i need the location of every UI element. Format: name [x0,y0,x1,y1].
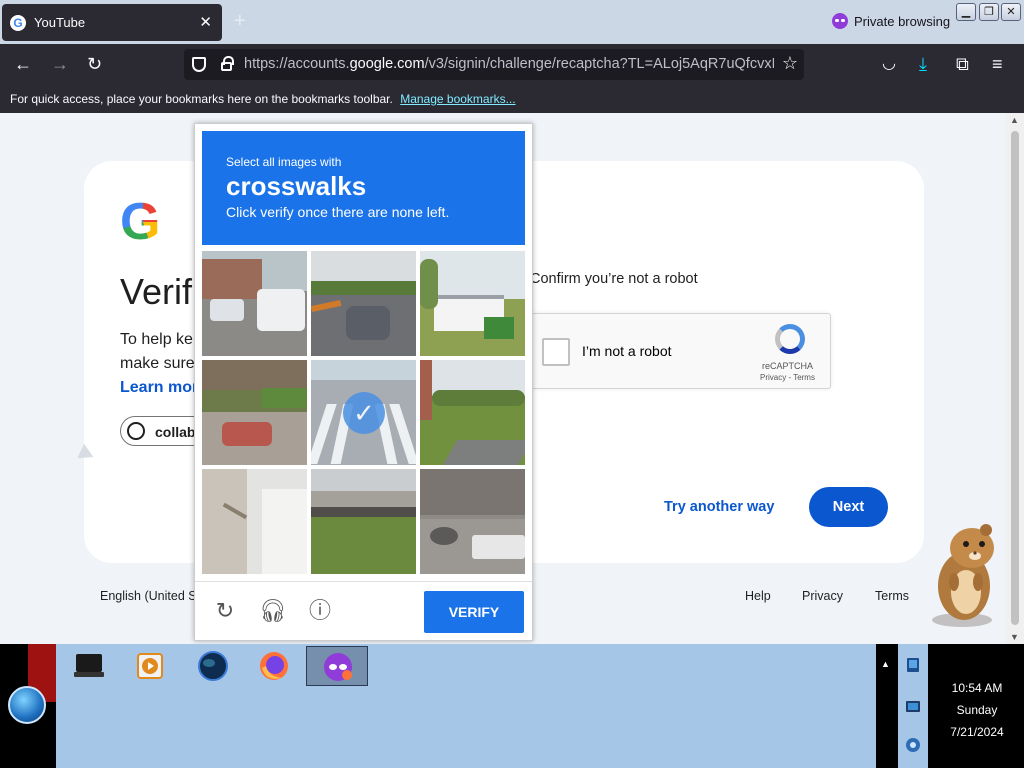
challenge-divider [195,581,532,582]
tab-title: YouTube [34,15,86,30]
recaptcha-challenge: Select all images with crosswalks Click … [194,123,533,641]
challenge-hint: Click verify once there are none left. [226,204,450,220]
clock-date: 7/21/2024 [950,725,1004,739]
bookmarks-toolbar: For quick access, place your bookmarks h… [0,85,1024,113]
bookmarks-message: For quick access, place your bookmarks h… [10,92,393,106]
media-player-icon[interactable] [132,648,168,684]
learn-more-link[interactable]: Learn mor [120,379,198,397]
try-another-way-button[interactable]: Try another way [664,499,774,515]
audio-challenge-icon[interactable]: 🎧︎ [259,598,287,624]
recaptcha-terms-link[interactable]: Privacy - Terms [760,373,815,382]
lock-icon[interactable] [221,56,234,71]
url-bar[interactable]: https://accounts.google.com/v3/signin/ch… [184,49,804,80]
extensions-icon[interactable]: ⧉ [956,53,969,75]
back-icon[interactable]: ← [14,53,32,75]
image-tile-2[interactable] [311,251,416,356]
account-icon [127,422,145,440]
image-tile-9[interactable] [420,469,525,574]
help-text: make sure [120,355,195,372]
network-tray-icon[interactable] [904,656,922,674]
forward-icon[interactable]: → [51,53,69,75]
recaptcha-logo-icon [775,324,805,354]
not-robot-label: I’m not a robot [582,343,672,359]
private-browsing-label: Private browsing [854,14,951,29]
google-logo: G [120,196,166,248]
menu-icon[interactable]: ≡ [992,53,1003,75]
laptop-app-icon[interactable] [72,648,108,684]
star-icon[interactable]: ☆ [782,53,798,74]
private-firefox-taskbar-button[interactable] [306,646,368,686]
security-tray-icon[interactable] [904,736,922,754]
info-icon[interactable]: ⓘ [307,598,333,624]
start-button[interactable] [8,686,46,724]
globe-app-icon[interactable] [195,648,231,684]
download-icon[interactable]: ⤓ [919,53,927,75]
clock-day: Sunday [956,703,998,717]
image-tile-7[interactable] [202,469,307,574]
terms-link[interactable]: Terms [875,589,909,603]
challenge-keyword: crosswalks [226,171,367,201]
reload-challenge-icon[interactable]: ↻ [212,598,238,624]
scroll-down-icon[interactable]: ▼ [1010,632,1019,642]
private-firefox-icon [324,653,352,681]
google-favicon-icon: G [10,15,26,31]
pocket-icon[interactable]: ◡ [882,53,896,75]
challenge-instruction: Select all images with [226,155,342,169]
challenge-header: Select all images with crosswalks Click … [202,131,525,245]
confirm-robot-text: Confirm you’re not a robot [530,271,698,287]
privacy-link[interactable]: Privacy [802,589,843,603]
scrollbar-thumb[interactable] [1011,131,1019,625]
next-button[interactable]: Next [809,487,888,527]
new-tab-button[interactable]: + [234,10,246,33]
not-robot-checkbox[interactable] [542,338,570,366]
image-tile-3[interactable] [420,251,525,356]
page-scrollbar[interactable]: ▲ ▼ [1006,113,1024,644]
image-grid: ✓ [202,251,525,574]
image-tile-1[interactable] [202,251,307,356]
verify-button[interactable]: VERIFY [424,591,524,633]
taskbar-clock[interactable]: 10:54 AM Sunday 7/21/2024 [936,677,1018,743]
scroll-up-icon[interactable]: ▲ [1010,115,1019,125]
manage-bookmarks-link[interactable]: Manage bookmarks... [400,92,515,106]
clock-time: 10:54 AM [951,681,1003,695]
hamster-desktop-pet [932,524,994,627]
close-window-button[interactable]: ✕ [1001,3,1021,21]
tab-youtube[interactable]: G YouTube ✕ [2,4,222,41]
taskbar: ▲ 10:54 AM Sunday 7/21/2024 [0,644,1024,768]
restore-button[interactable]: ❐ [979,3,999,21]
show-hidden-icons-icon[interactable]: ▲ [881,659,890,669]
monitor-tray-icon[interactable] [904,698,922,716]
system-tray: ▲ 10:54 AM Sunday 7/21/2024 [876,644,1024,768]
help-link[interactable]: Help [745,589,771,603]
selected-check-icon: ✓ [343,392,385,434]
image-tile-6[interactable] [420,360,525,465]
private-browsing-icon [832,13,848,29]
firefox-icon[interactable] [256,648,292,684]
language-selector[interactable]: English (United St [100,589,200,603]
start-strip [0,644,56,768]
account-name: collab [155,424,196,440]
minimize-button[interactable]: ▁ [956,3,976,21]
recaptcha-widget: I’m not a robot reCAPTCHA Privacy - Term… [531,313,831,389]
nav-bar: ← → ↻ https://accounts.google.com/v3/sig… [0,44,1024,85]
page-title: Verif [120,271,193,312]
tab-bar: G YouTube ✕ + Private browsing ▁ ❐ ✕ [0,0,1024,44]
url-text[interactable]: https://accounts.google.com/v3/signin/ch… [244,56,774,72]
help-text: To help ke [120,331,193,348]
image-tile-5[interactable]: ✓ [311,360,416,465]
recaptcha-brand: reCAPTCHA [762,361,814,371]
image-tile-8[interactable] [311,469,416,574]
shield-icon[interactable] [192,57,206,72]
reload-icon[interactable]: ↻ [87,53,102,75]
tab-close-icon[interactable]: ✕ [199,13,212,31]
image-tile-4[interactable] [202,360,307,465]
